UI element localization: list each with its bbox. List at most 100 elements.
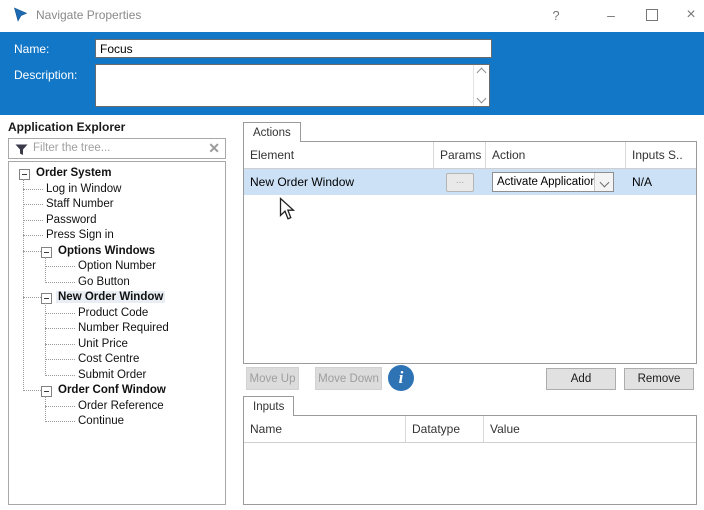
- description-text: [98, 67, 471, 104]
- tree-connector: [23, 204, 43, 205]
- chevron-down-icon[interactable]: [594, 173, 613, 191]
- tab-actions[interactable]: Actions: [243, 122, 301, 142]
- tree-guide-line: [23, 179, 24, 391]
- column-header-action[interactable]: Action: [486, 142, 626, 168]
- tree-node-go-button[interactable]: Go Button: [9, 275, 225, 291]
- tree-guide-line: [45, 303, 46, 376]
- tree-connector: [45, 281, 75, 283]
- tree-expander-minus-icon[interactable]: [41, 246, 52, 258]
- action-dropdown[interactable]: Activate Application: [492, 172, 614, 192]
- tree-connector: [23, 219, 43, 221]
- filter-placeholder: Filter the tree...: [33, 142, 111, 154]
- application-tree: Order System Log in Window Staff Number Pas…: [9, 166, 225, 430]
- tree-node-label: Order Reference: [78, 399, 164, 412]
- tree-connector: [23, 390, 41, 391]
- description-scrollbar[interactable]: [473, 65, 489, 106]
- description-textarea[interactable]: [95, 64, 490, 107]
- tree-node-order-system[interactable]: Order System: [9, 166, 225, 182]
- tree-expander-minus-icon[interactable]: [19, 169, 30, 180]
- tree-node-label: Cost Centre: [78, 353, 140, 365]
- add-button[interactable]: Add: [546, 368, 616, 390]
- help-button[interactable]: ?: [541, 0, 571, 30]
- filter-clear-icon[interactable]: ✕: [208, 140, 220, 157]
- tree-node-label: Unit Price: [78, 337, 128, 350]
- tree-node-order-conf-window[interactable]: Order Conf Window: [9, 383, 225, 399]
- column-header-element[interactable]: Element: [244, 142, 434, 168]
- info-icon[interactable]: i: [388, 365, 414, 391]
- column-header-datatype[interactable]: Datatype: [406, 416, 484, 442]
- tree-node-new-order-window[interactable]: New Order Window: [9, 290, 225, 306]
- action-inputs-set-cell: N/A: [632, 175, 653, 189]
- remove-button[interactable]: Remove: [624, 368, 694, 390]
- mouse-cursor: [279, 197, 296, 227]
- tree-node-label: Product Code: [78, 306, 149, 319]
- tree-node-label: Option Number: [78, 260, 156, 272]
- tree-connector: [45, 374, 75, 376]
- tree-node-label: New Order Window: [56, 291, 166, 303]
- actions-table-row[interactable]: New Order Window... Activate Application N…: [244, 169, 696, 195]
- tab-inputs[interactable]: Inputs: [243, 396, 295, 416]
- tree-node-label: Order Conf Window: [58, 384, 166, 396]
- column-header-name[interactable]: Name: [244, 416, 406, 442]
- scroll-down-icon[interactable]: [476, 93, 487, 104]
- tree-connector: [45, 359, 75, 360]
- close-button[interactable]: ×: [676, 0, 704, 30]
- tree-node-label: Staff Number: [46, 198, 114, 210]
- tree-node-unit-price[interactable]: Unit Price: [9, 337, 225, 353]
- tree-node-product-code[interactable]: Product Code: [9, 306, 225, 322]
- tree-node-order-reference[interactable]: Order Reference: [9, 399, 225, 415]
- inputs-table-header: Name Datatype Value: [244, 416, 696, 443]
- tree-node-label: Log in Window: [46, 182, 122, 195]
- maximize-button[interactable]: [637, 0, 667, 30]
- tree-guide-line: [45, 396, 46, 422]
- scroll-up-icon[interactable]: [476, 67, 487, 78]
- tree-node-label: Continue: [78, 415, 125, 427]
- move-down-button[interactable]: Move Down: [315, 367, 382, 390]
- column-header-params[interactable]: Params: [434, 142, 486, 168]
- tree-node-options-windows[interactable]: Options Windows: [9, 244, 225, 260]
- column-header-inputs-set[interactable]: Inputs S..: [626, 142, 696, 168]
- column-header-value[interactable]: Value: [484, 416, 696, 442]
- move-up-button[interactable]: Move Up: [246, 367, 299, 390]
- tree-connector: [45, 312, 75, 314]
- maximize-icon: [646, 9, 658, 21]
- window-title: Navigate Properties: [36, 8, 142, 22]
- tree-node-label: Go Button: [78, 275, 130, 288]
- tree-node-label: Options Windows: [58, 244, 155, 257]
- params-ellipsis-button[interactable]: ...: [446, 172, 474, 192]
- tree-node-staff-number[interactable]: Staff Number: [9, 197, 225, 213]
- tree-node-label: Order System: [36, 167, 112, 179]
- minimize-button[interactable]: –: [596, 0, 626, 30]
- tree-node-cost-centre[interactable]: Cost Centre: [9, 352, 225, 368]
- navigate-properties-dialog: Navigate Properties ? – × Name: Descript…: [0, 0, 704, 510]
- tree-node-label: Number Required: [78, 322, 169, 334]
- actions-table: Element Params Action Inputs S.. New Ord…: [243, 141, 697, 364]
- tree-connector: [45, 421, 75, 422]
- filter-funnel-icon: [15, 143, 28, 161]
- tree-connector: [23, 297, 41, 298]
- tree-node-submit-order[interactable]: Submit Order: [9, 368, 225, 384]
- tree-node-label: Submit Order: [78, 368, 147, 381]
- action-cell: Activate Application: [486, 169, 626, 195]
- tree-filter-input[interactable]: Filter the tree... ✕: [8, 138, 226, 159]
- tree-node-number-required[interactable]: Number Required: [9, 321, 225, 337]
- tree-connector: [23, 188, 43, 190]
- tree-expander-minus-icon[interactable]: [41, 293, 52, 304]
- action-element-cell: New Order Window: [250, 175, 355, 189]
- tree-connector: [23, 250, 41, 252]
- tree-connector: [45, 328, 75, 329]
- application-explorer-tree[interactable]: Order System Log in Window Staff Number Pas…: [8, 161, 226, 505]
- tree-connector: [45, 343, 75, 345]
- tree-node-log-in-window[interactable]: Log in Window: [9, 182, 225, 198]
- name-label: Name:: [14, 42, 50, 56]
- tree-node-continue[interactable]: Continue: [9, 414, 225, 430]
- tree-connector: [45, 405, 75, 407]
- tree-node-option-number[interactable]: Option Number: [9, 259, 225, 275]
- title-bar: Navigate Properties ? – ×: [0, 0, 704, 30]
- application-explorer-title: Application Explorer: [8, 120, 126, 134]
- tree-node-press-sign-in[interactable]: Press Sign in: [9, 228, 225, 244]
- tree-expander-minus-icon[interactable]: [41, 386, 52, 397]
- tree-guide-line: [45, 256, 46, 283]
- name-input[interactable]: [95, 39, 492, 58]
- tree-node-password[interactable]: Password: [9, 213, 225, 229]
